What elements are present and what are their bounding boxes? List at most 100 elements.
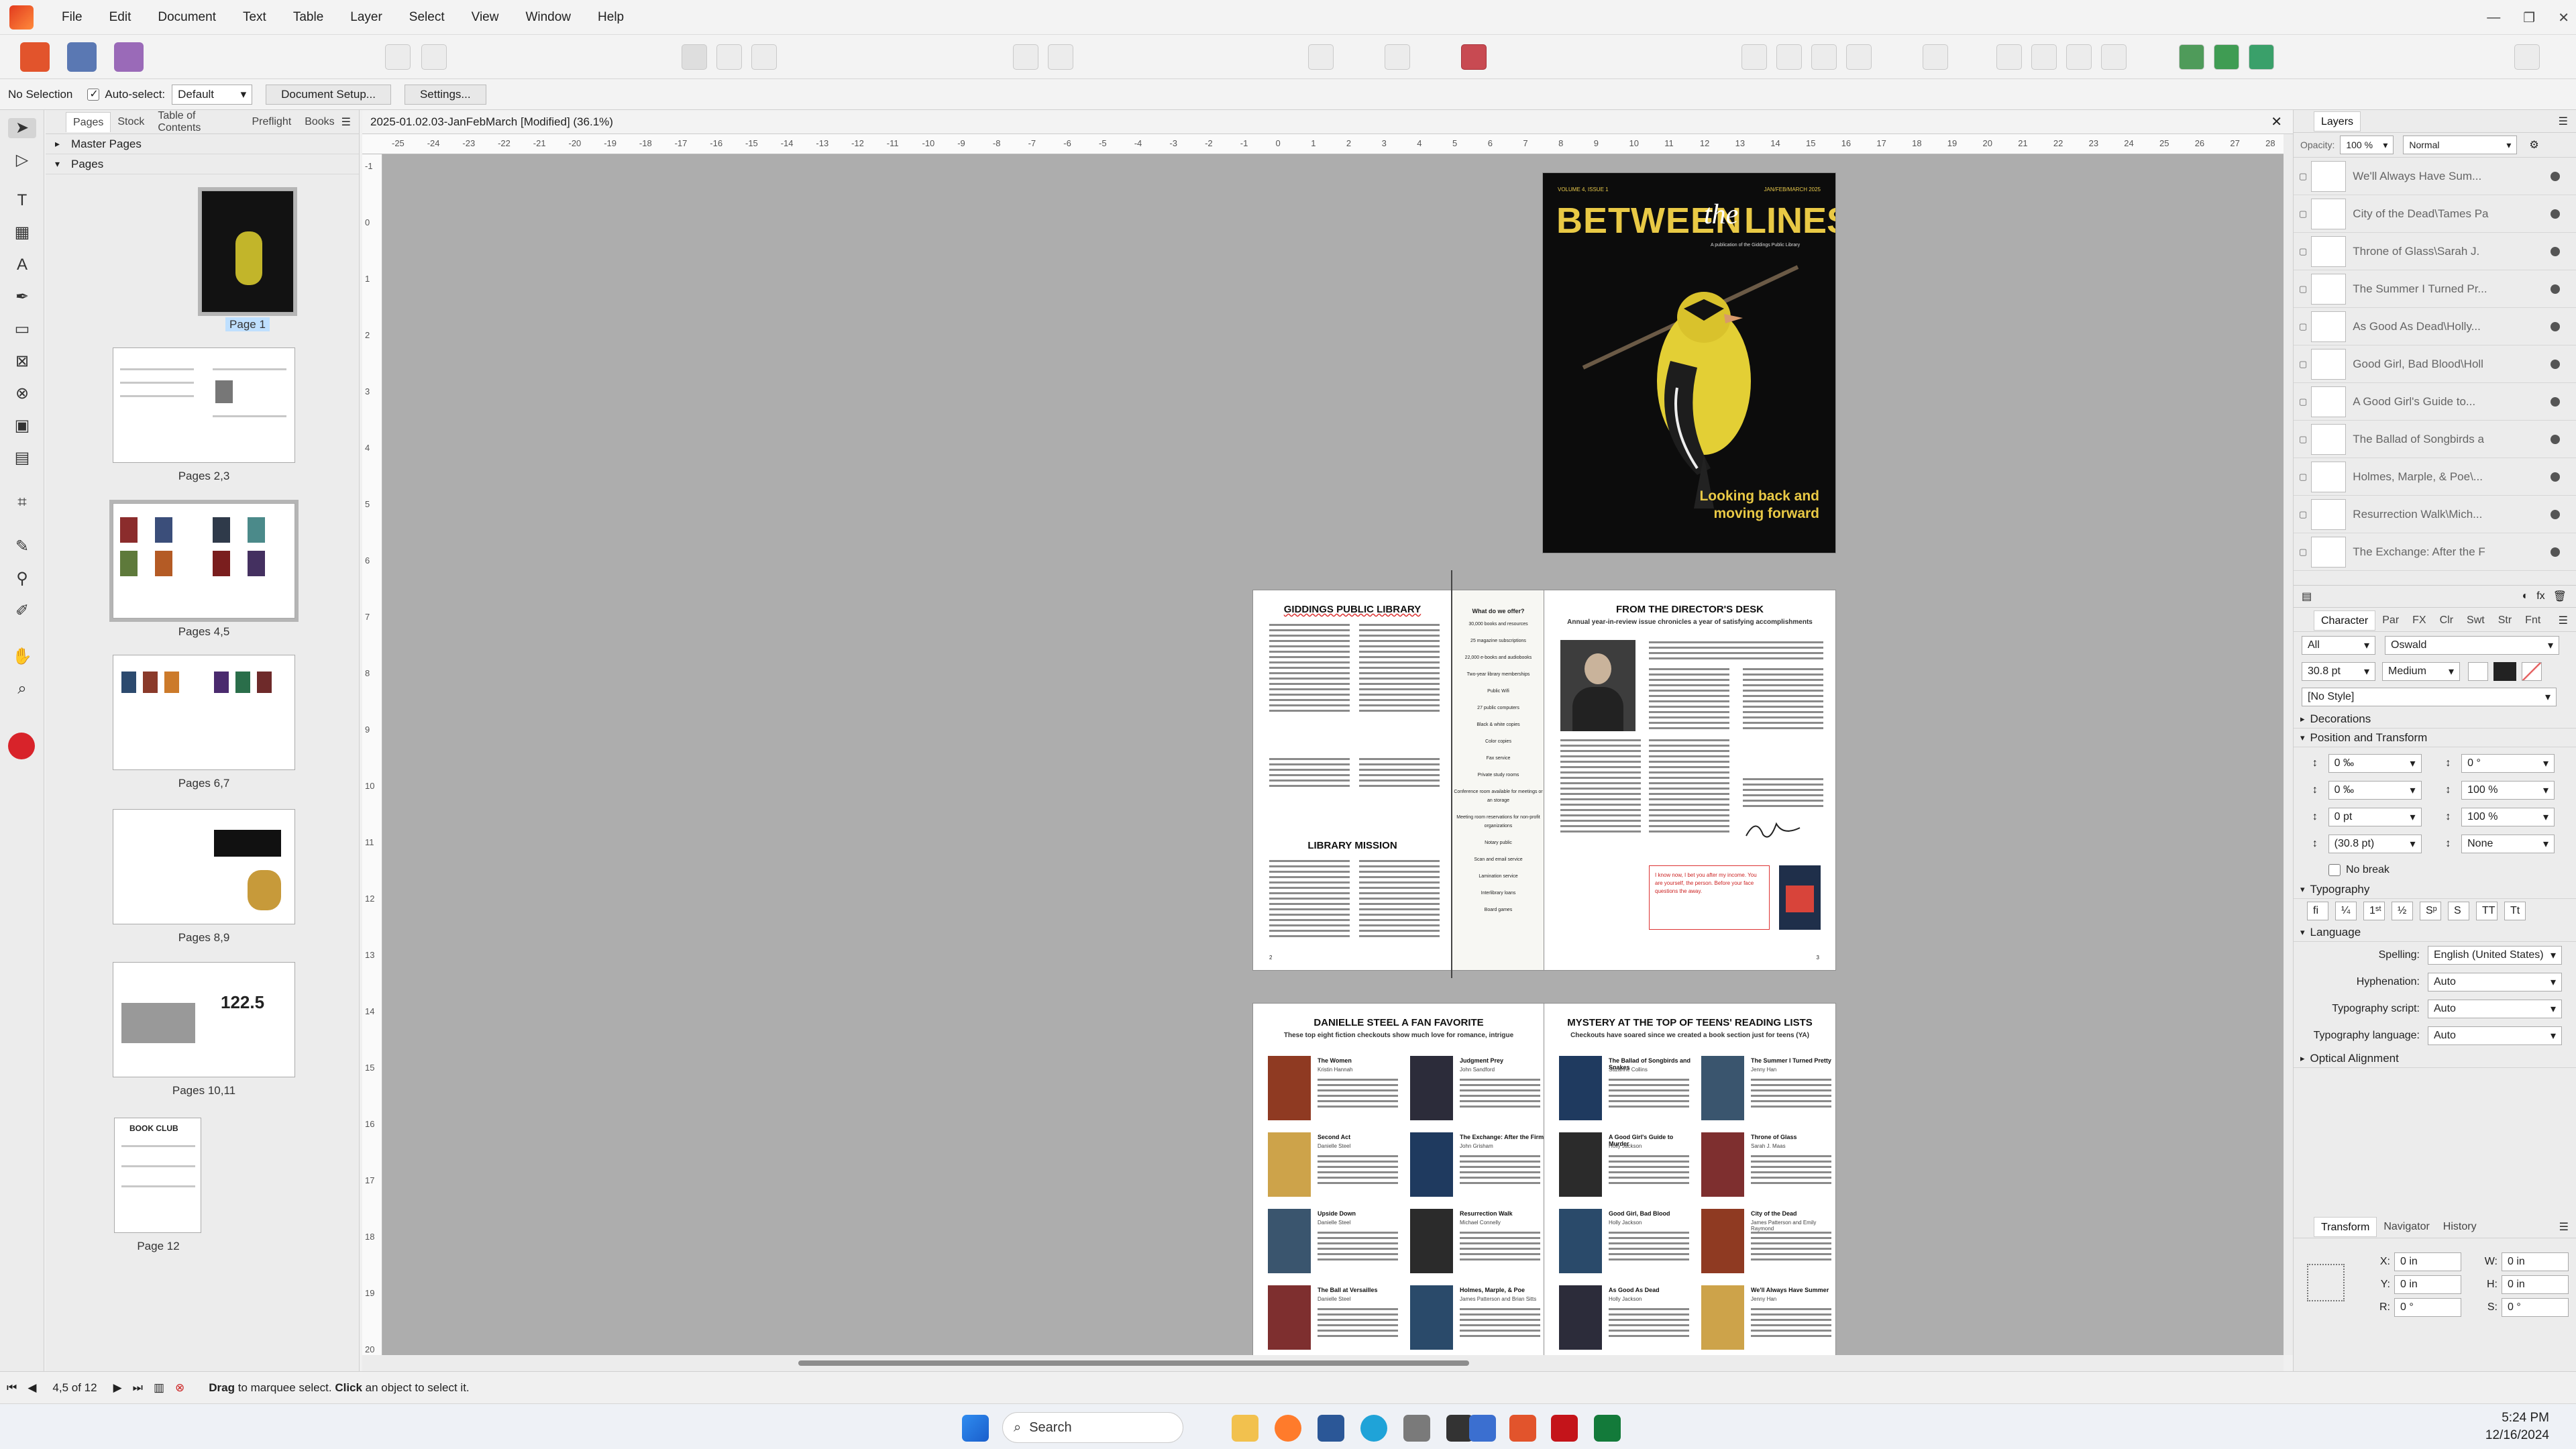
layer-lock-icon[interactable]: ▢ bbox=[2299, 246, 2307, 257]
boolean-intersect-icon[interactable] bbox=[2249, 44, 2274, 70]
page-2[interactable]: GIDDINGS PUBLIC LIBRARY LIBRARY MISSION … bbox=[1253, 590, 1544, 970]
ordinal-icon[interactable]: 1ˢᵗ bbox=[2363, 902, 2385, 920]
close-window-icon[interactable]: ✕ bbox=[2558, 9, 2569, 26]
panel-menu-icon[interactable]: ☰ bbox=[2559, 614, 2568, 627]
vertical-ruler[interactable]: -1 0 1 2 3 4 5 6 7 8 9 10 11 12 13 14 15 16 17 18 19 20 bbox=[362, 154, 382, 1355]
transform-w-field[interactable]: 0 in bbox=[2502, 1252, 2569, 1271]
taskbar-search[interactable]: ⌕ Search bbox=[1002, 1412, 1183, 1443]
layer-lock-icon[interactable]: ▢ bbox=[2299, 321, 2307, 332]
transform-h-field[interactable]: 0 in bbox=[2502, 1275, 2569, 1294]
document-tab[interactable]: 2025-01.02.03-JanFebMarch [Modified] (36… bbox=[362, 110, 2293, 134]
designer-persona-icon[interactable] bbox=[67, 42, 97, 72]
position-field-2[interactable]: 0 ‰ ▾ bbox=[2328, 781, 2422, 800]
layer-visibility-icon[interactable] bbox=[2551, 396, 2560, 407]
vector-crop-tool-icon[interactable]: ▤ bbox=[12, 448, 32, 468]
preview-mode-icon[interactable] bbox=[1308, 44, 1334, 70]
publisher-persona-icon[interactable] bbox=[20, 42, 50, 72]
layer-row[interactable]: ▢ A Good Girl's Guide to... bbox=[2294, 383, 2576, 421]
layer-visibility-icon[interactable] bbox=[2551, 246, 2560, 256]
position-field-4[interactable]: 0 pt ▾ bbox=[2328, 808, 2422, 826]
fraction-icon[interactable]: ¼ bbox=[2335, 902, 2357, 920]
rotate-right-icon[interactable] bbox=[2101, 44, 2127, 70]
layer-row[interactable]: ▢ Good Girl, Bad Blood\Holl bbox=[2294, 345, 2576, 383]
tab-stock[interactable]: Stock bbox=[111, 116, 151, 128]
cover-page[interactable]: VOLUME 4, ISSUE 1 JAN/FEB/MARCH 2025 BET… bbox=[1543, 173, 1835, 553]
flip-vertical-icon[interactable] bbox=[2031, 44, 2057, 70]
layer-visibility-icon[interactable] bbox=[2551, 171, 2560, 181]
photo-persona-icon[interactable] bbox=[114, 42, 144, 72]
ellipse-frame-tool-icon[interactable]: ⊗ bbox=[12, 384, 32, 404]
arrange-backward-icon[interactable] bbox=[1776, 44, 1802, 70]
all-caps-icon[interactable]: TT bbox=[2476, 902, 2498, 920]
decorations-section[interactable]: ▸ Decorations bbox=[2294, 710, 2576, 729]
text-style-toggle-icon[interactable] bbox=[2468, 662, 2488, 681]
layer-row[interactable]: ▢ We'll Always Have Sum... bbox=[2294, 158, 2576, 195]
vertical-scrollbar[interactable] bbox=[2284, 134, 2293, 1355]
tab-books[interactable]: Books bbox=[298, 116, 341, 128]
minimize-icon[interactable]: — bbox=[2487, 10, 2500, 25]
layer-row[interactable]: ▢ The Summer I Turned Pr... bbox=[2294, 270, 2576, 308]
calculator-icon[interactable] bbox=[1403, 1415, 1430, 1442]
pages-section[interactable]: ▾ Pages bbox=[46, 154, 359, 174]
text-stroke-swatch[interactable] bbox=[2522, 662, 2542, 681]
boolean-add-icon[interactable] bbox=[2179, 44, 2204, 70]
table-tool-icon[interactable]: ▦ bbox=[12, 223, 32, 243]
menu-edit[interactable]: Edit bbox=[96, 10, 145, 25]
boolean-subtract-icon[interactable] bbox=[2214, 44, 2239, 70]
superscript-icon[interactable]: Sᵖ bbox=[2420, 902, 2441, 920]
page-thumb-8-9[interactable] bbox=[113, 809, 295, 924]
first-page-icon[interactable]: ⏮ bbox=[7, 1381, 17, 1395]
horizontal-scrollbar[interactable] bbox=[362, 1355, 2284, 1371]
layer-visibility-icon[interactable] bbox=[2551, 472, 2560, 482]
crop-tool-icon[interactable]: ⌗ bbox=[12, 492, 32, 513]
view-mode-normal-icon[interactable] bbox=[682, 44, 707, 70]
layer-visibility-icon[interactable] bbox=[2551, 547, 2560, 557]
transform-s-field[interactable]: 0 ° bbox=[2502, 1298, 2569, 1317]
tab-color[interactable]: Clr bbox=[2433, 614, 2460, 627]
position-field-6[interactable]: (30.8 pt) ▾ bbox=[2328, 835, 2422, 853]
word-icon[interactable] bbox=[1318, 1415, 1344, 1442]
language-dropdown[interactable]: Auto ▾ bbox=[2428, 973, 2562, 991]
char-scope-dropdown[interactable]: All ▾ bbox=[2302, 636, 2375, 655]
page-5[interactable]: MYSTERY AT THE TOP OF TEENS' READING LIS… bbox=[1544, 1004, 1835, 1355]
layer-lock-icon[interactable]: ▢ bbox=[2299, 209, 2307, 219]
language-dropdown[interactable]: Auto ▾ bbox=[2428, 1026, 2562, 1045]
layer-lock-icon[interactable]: ▢ bbox=[2299, 434, 2307, 445]
blend-mode-dropdown[interactable]: Normal ▾ bbox=[2403, 136, 2518, 154]
position-field-3[interactable]: 100 % ▾ bbox=[2461, 781, 2555, 800]
zoom-tool-icon[interactable]: ⌕ bbox=[12, 679, 32, 699]
designer-app-icon[interactable] bbox=[1469, 1415, 1496, 1442]
picture-frame-tool-icon[interactable]: ⊠ bbox=[12, 352, 32, 372]
arrange-back-icon[interactable] bbox=[1741, 44, 1767, 70]
artistic-text-tool-icon[interactable]: A bbox=[12, 255, 32, 275]
layer-row[interactable]: ▢ As Good As Dead\Holly... bbox=[2294, 308, 2576, 345]
rotate-left-icon[interactable] bbox=[2066, 44, 2092, 70]
position-field-7[interactable]: None ▾ bbox=[2461, 835, 2555, 853]
layer-add-icon[interactable]: ▤ bbox=[2302, 590, 2312, 603]
layer-visibility-icon[interactable] bbox=[2551, 509, 2560, 519]
layer-adjust-icon[interactable]: ◐ bbox=[2522, 590, 2529, 602]
menu-document[interactable]: Document bbox=[144, 10, 229, 25]
preflight-icon[interactable] bbox=[421, 44, 447, 70]
font-size-field[interactable]: 30.8 pt ▾ bbox=[2302, 662, 2375, 681]
close-document-icon[interactable]: ✕ bbox=[2271, 113, 2282, 130]
transparency-tool-icon[interactable]: ⚲ bbox=[12, 569, 32, 589]
position-field-5[interactable]: 100 % ▾ bbox=[2461, 808, 2555, 826]
arrange-front-icon[interactable] bbox=[1846, 44, 1872, 70]
position-field-0[interactable]: 0 ‰ ▾ bbox=[2328, 754, 2422, 773]
rectangle-tool-icon[interactable]: ▭ bbox=[12, 319, 32, 339]
restore-icon[interactable]: ❐ bbox=[2523, 9, 2535, 26]
layer-delete-icon[interactable]: 🗑 bbox=[2553, 590, 2567, 603]
page-thumb-6-7[interactable] bbox=[113, 655, 295, 770]
text-wrap-icon[interactable] bbox=[1048, 44, 1073, 70]
language-section[interactable]: ▾ Language bbox=[2294, 923, 2576, 942]
page-thumb-12[interactable]: BOOK CLUB bbox=[114, 1118, 201, 1233]
tab-swatches[interactable]: Swt bbox=[2460, 614, 2491, 627]
settings-gear-icon[interactable] bbox=[385, 44, 411, 70]
character-style-dropdown[interactable]: [No Style] ▾ bbox=[2302, 688, 2557, 706]
small-caps-icon[interactable]: Tt bbox=[2504, 902, 2526, 920]
horizontal-scroll-thumb[interactable] bbox=[798, 1360, 1469, 1366]
auto-select-checkbox[interactable] bbox=[87, 87, 100, 101]
page-4[interactable]: DANIELLE STEEL A FAN FAVORITE These top … bbox=[1253, 1004, 1544, 1355]
transform-y-field[interactable]: 0 in bbox=[2394, 1275, 2461, 1294]
